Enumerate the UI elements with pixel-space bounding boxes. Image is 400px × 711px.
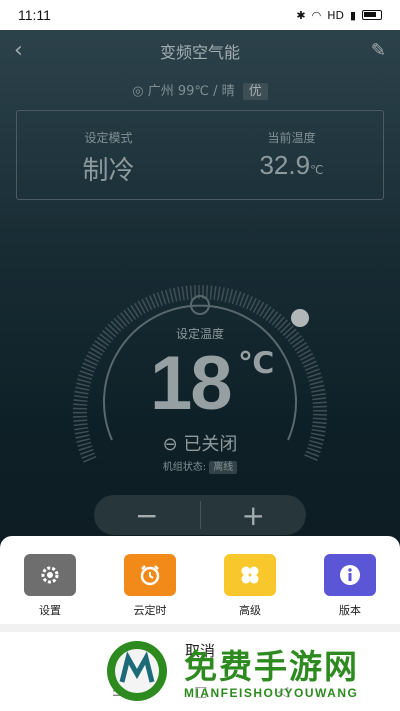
option-label: 云定时 [133, 604, 167, 617]
bluetooth-icon: ✱ [296, 8, 306, 22]
option-label: 设置 [39, 604, 61, 617]
option-cloud-timer[interactable]: 云定时 [110, 554, 190, 618]
info-icon [324, 554, 376, 596]
status-icons: ✱ ◠ HD ▮ [296, 9, 382, 22]
watermark-logo-icon [107, 641, 167, 701]
network-type: HD [327, 8, 344, 22]
sheet-divider [0, 624, 400, 632]
alarm-clock-icon [124, 554, 176, 596]
sheet-options: 设置 云定时 高级 版本 [0, 554, 400, 618]
signal-icon: ▮ [349, 8, 356, 22]
option-label: 高级 [239, 604, 261, 617]
option-advanced[interactable]: 高级 [210, 554, 290, 618]
wifi-icon: ◠ [311, 8, 322, 22]
option-label: 版本 [339, 604, 361, 617]
option-version[interactable]: 版本 [310, 554, 390, 618]
status-bar: 11:11 ✱ ◠ HD ▮ [0, 0, 400, 30]
watermark-text: 免费手游网 [184, 647, 359, 686]
status-time: 11:11 [18, 7, 51, 23]
gear-icon [24, 554, 76, 596]
grid-icon [224, 554, 276, 596]
option-settings[interactable]: 设置 [10, 554, 90, 618]
battery-icon [362, 10, 382, 20]
watermark: 免费手游网 MIANFEISHOUYOUWANG [104, 638, 394, 708]
watermark-subtext: MIANFEISHOUYOUWANG [184, 686, 359, 700]
